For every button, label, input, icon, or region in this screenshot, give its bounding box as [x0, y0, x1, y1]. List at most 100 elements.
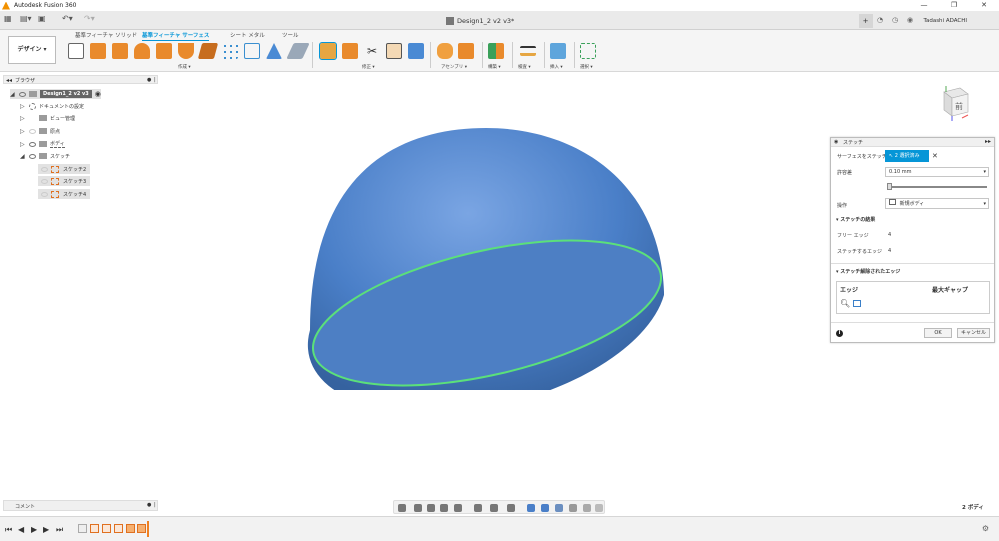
tab-sheet-metal[interactable]: シート メタル [230, 31, 265, 39]
unstitch-icon[interactable] [342, 43, 358, 59]
environment-icon[interactable] [583, 504, 591, 512]
grid-settings-icon[interactable] [490, 504, 498, 512]
play-icon[interactable]: ▶ [31, 525, 37, 534]
shaded-icon[interactable] [527, 504, 535, 512]
redo-icon[interactable]: ↷▾ [84, 14, 95, 27]
visibility-icon[interactable] [29, 141, 36, 147]
dropdown-icon[interactable]: ▾ [983, 168, 986, 176]
offset-plane-icon[interactable] [488, 43, 504, 59]
assemble-group-label[interactable]: アセンブリ ▾ [441, 64, 467, 70]
tree-item-document-settings[interactable]: ▷ ドキュメントの設定 [20, 101, 84, 111]
tree-item-sketches[interactable]: ◢ スケッチ [20, 151, 70, 161]
job-status-icon[interactable]: ◔ [876, 16, 885, 25]
wireframe-icon[interactable] [541, 504, 549, 512]
select-icon[interactable] [580, 43, 596, 59]
go-to-start-icon[interactable]: ⏮ [5, 525, 12, 535]
undo-icon[interactable]: ↶▾ [62, 14, 73, 27]
tree-item-sketch4[interactable]: スケッチ4 [38, 189, 91, 199]
edge-icon[interactable] [853, 300, 861, 307]
dropdown-icon[interactable]: ▾ [983, 200, 986, 208]
expand-icon[interactable]: ▷ [20, 115, 26, 122]
visibility-icon[interactable] [19, 91, 26, 97]
timeline-marker[interactable] [147, 521, 149, 537]
tree-item-sketch2[interactable]: スケッチ2 [38, 164, 91, 174]
orbit-icon[interactable] [398, 504, 406, 512]
file-menu-icon[interactable]: ▤▾ [20, 14, 32, 27]
collapse-browser-icon[interactable]: ◂◂ [6, 77, 12, 84]
activate-icon[interactable]: ◉ [95, 90, 101, 98]
select-group-label[interactable]: 選択 ▾ [580, 64, 593, 70]
extend-icon[interactable] [386, 43, 402, 59]
tree-root[interactable]: ◢ Design1_2 v2 v3 ◉ [10, 89, 101, 99]
minimize-icon[interactable]: — [909, 0, 939, 11]
visibility-icon[interactable] [41, 178, 48, 184]
create-group-label[interactable]: 作成 ▾ [178, 64, 191, 70]
effects-icon[interactable] [569, 504, 577, 512]
insert-group-label[interactable]: 挿入 ▾ [550, 64, 563, 70]
expand-icon[interactable]: ◢ [10, 91, 16, 98]
add-comment-icon[interactable]: ● [147, 502, 151, 508]
collapse-icon[interactable]: ◉ [834, 139, 838, 145]
grid-menu-icon[interactable]: ▦ [4, 14, 12, 27]
slider-thumb[interactable] [887, 183, 892, 190]
visibility-icon[interactable] [41, 166, 48, 172]
trim-icon[interactable]: ✂ [364, 43, 380, 59]
pan-icon[interactable] [427, 504, 435, 512]
save-icon[interactable]: ▣ [38, 14, 46, 27]
pattern-icon[interactable] [222, 43, 238, 59]
help-icon[interactable]: ◉ [906, 16, 915, 25]
view-cube[interactable]: 前 [940, 82, 970, 122]
operation-select[interactable]: 新規ボディ ▾ [885, 198, 989, 209]
loft-icon[interactable] [156, 43, 172, 59]
offset-icon[interactable] [197, 43, 219, 59]
surfaces-select-button[interactable]: ↖ 2 選択済み [885, 150, 929, 162]
stitch-icon[interactable] [319, 42, 337, 60]
close-icon[interactable]: ✕ [969, 0, 999, 11]
pin-icon[interactable]: ● [147, 77, 151, 83]
look-at-icon[interactable] [414, 504, 422, 512]
construct-group-label[interactable]: 構築 ▾ [488, 64, 501, 70]
info-icon[interactable]: i [836, 330, 843, 337]
expand-icon[interactable]: ◢ [20, 153, 26, 160]
new-tab-icon[interactable]: + [858, 13, 873, 28]
tolerance-slider[interactable] [887, 186, 987, 188]
user-name[interactable]: Tadashi ADACHI [924, 18, 967, 24]
tab-tools[interactable]: ツール [282, 31, 299, 39]
create-sketch-icon[interactable] [68, 43, 84, 59]
timeline-settings-icon[interactable]: ⚙ [982, 524, 989, 533]
reverse-normal-icon[interactable] [408, 43, 424, 59]
thicken-icon[interactable] [266, 43, 282, 59]
expand-icon[interactable]: ▷ [20, 141, 26, 148]
modify-group-label[interactable]: 修正 ▾ [362, 64, 375, 70]
workspace-switcher-button[interactable]: デザイン ▾ [8, 36, 56, 64]
expand-icon[interactable]: ▷ [20, 103, 26, 110]
timeline-item[interactable] [90, 524, 99, 533]
measure-icon[interactable] [520, 46, 536, 56]
ok-button[interactable]: OK [924, 328, 952, 338]
timeline-item[interactable] [137, 524, 146, 533]
step-forward-icon[interactable]: ▶ [43, 525, 49, 534]
viewport-canvas[interactable] [300, 120, 680, 390]
step-back-icon[interactable]: ◀ [18, 525, 24, 534]
mirror-icon[interactable] [244, 43, 260, 59]
visibility-icon[interactable] [41, 191, 48, 197]
tab-solid-features[interactable]: 基準フィーチャ ソリッド [75, 31, 137, 39]
timeline-item[interactable] [114, 524, 123, 533]
cancel-button[interactable]: キャンセル [957, 328, 990, 338]
timeline-item[interactable] [102, 524, 111, 533]
insert-image-icon[interactable] [550, 43, 566, 59]
display-settings-icon[interactable] [474, 504, 482, 512]
zoom-icon[interactable] [440, 504, 448, 512]
panel-menu-icon[interactable]: | [154, 77, 156, 83]
notifications-icon[interactable]: ◷ [891, 16, 900, 25]
panel-menu-icon[interactable]: | [154, 502, 156, 508]
tree-item-bodies[interactable]: ▷ ボディ [20, 139, 65, 149]
sweep-icon[interactable] [134, 43, 150, 59]
tree-item-named-views[interactable]: ▷ ビュー管理 [20, 113, 75, 123]
clear-selection-icon[interactable]: ✕ [932, 152, 938, 160]
object-visibility-icon[interactable] [595, 504, 603, 512]
tolerance-field[interactable]: 0.10 mm ▾ [885, 167, 989, 177]
inspect-group-label[interactable]: 検査 ▾ [518, 64, 531, 70]
timeline-item[interactable] [78, 524, 87, 533]
boundary-fill-icon[interactable] [286, 43, 310, 59]
